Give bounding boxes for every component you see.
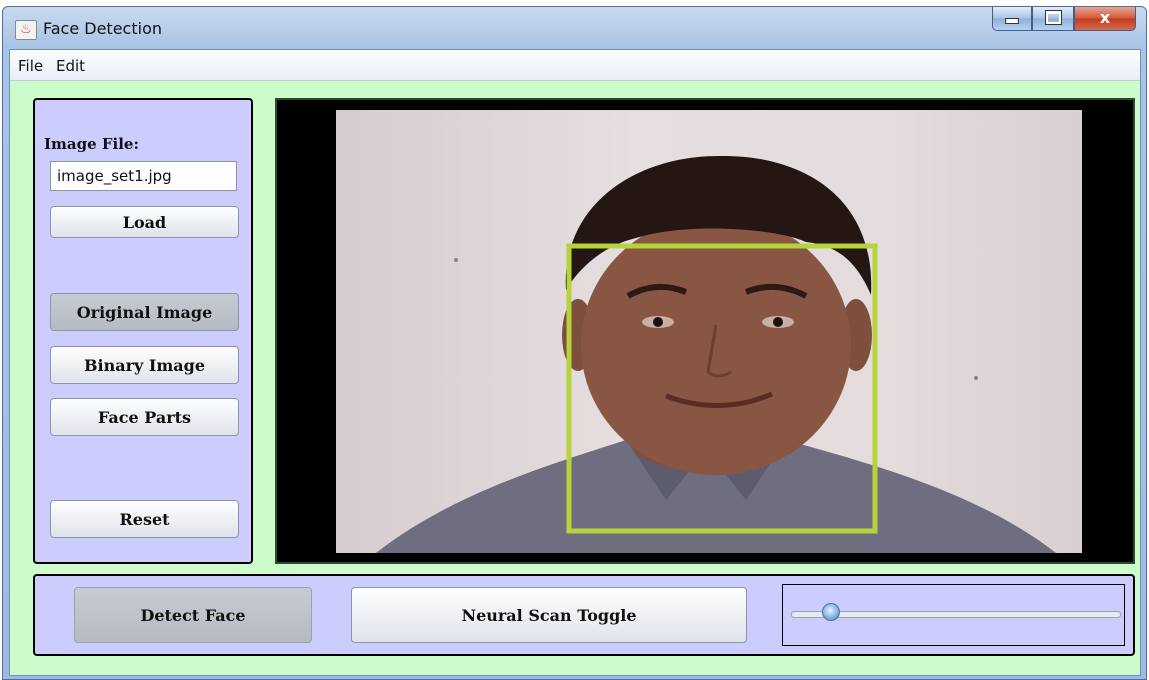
client-area: File Edit Image File: Load Original Imag… bbox=[9, 49, 1141, 676]
window-controls: x bbox=[992, 7, 1136, 31]
image-viewer bbox=[275, 98, 1135, 564]
load-button[interactable]: Load bbox=[50, 206, 239, 238]
minimize-icon bbox=[1005, 17, 1019, 24]
binary-image-button[interactable]: Binary Image bbox=[50, 346, 239, 384]
image-file-label: Image File: bbox=[44, 135, 139, 153]
slider-thumb[interactable] bbox=[821, 603, 840, 621]
title-bar[interactable]: ♨ Face Detection x bbox=[3, 7, 1146, 49]
control-panel: Image File: Load Original Image Binary I… bbox=[33, 98, 253, 564]
minimize-button[interactable] bbox=[992, 7, 1032, 31]
menu-file[interactable]: File bbox=[18, 57, 43, 75]
scan-slider[interactable] bbox=[782, 584, 1125, 646]
reset-button[interactable]: Reset bbox=[50, 500, 239, 538]
action-panel: Detect Face Neural Scan Toggle bbox=[33, 574, 1135, 656]
close-icon: x bbox=[1099, 8, 1111, 27]
face-parts-button[interactable]: Face Parts bbox=[50, 398, 239, 436]
java-app-icon[interactable]: ♨ bbox=[15, 20, 37, 40]
maximize-button[interactable] bbox=[1032, 7, 1074, 31]
face-photo bbox=[336, 110, 1082, 553]
detect-face-button[interactable]: Detect Face bbox=[74, 587, 312, 643]
portrait-image bbox=[376, 155, 1056, 553]
window-title: Face Detection bbox=[43, 19, 162, 38]
menu-bar: File Edit bbox=[10, 50, 1140, 81]
app-window: ♨ Face Detection x File Edit Image File:… bbox=[2, 6, 1147, 680]
menu-edit[interactable]: Edit bbox=[56, 57, 85, 75]
slider-track[interactable] bbox=[791, 611, 1121, 618]
original-image-button[interactable]: Original Image bbox=[50, 293, 239, 331]
neural-scan-toggle-button[interactable]: Neural Scan Toggle bbox=[351, 587, 747, 643]
maximize-icon bbox=[1044, 10, 1062, 25]
close-button[interactable]: x bbox=[1074, 7, 1136, 31]
image-file-field[interactable] bbox=[50, 161, 237, 191]
